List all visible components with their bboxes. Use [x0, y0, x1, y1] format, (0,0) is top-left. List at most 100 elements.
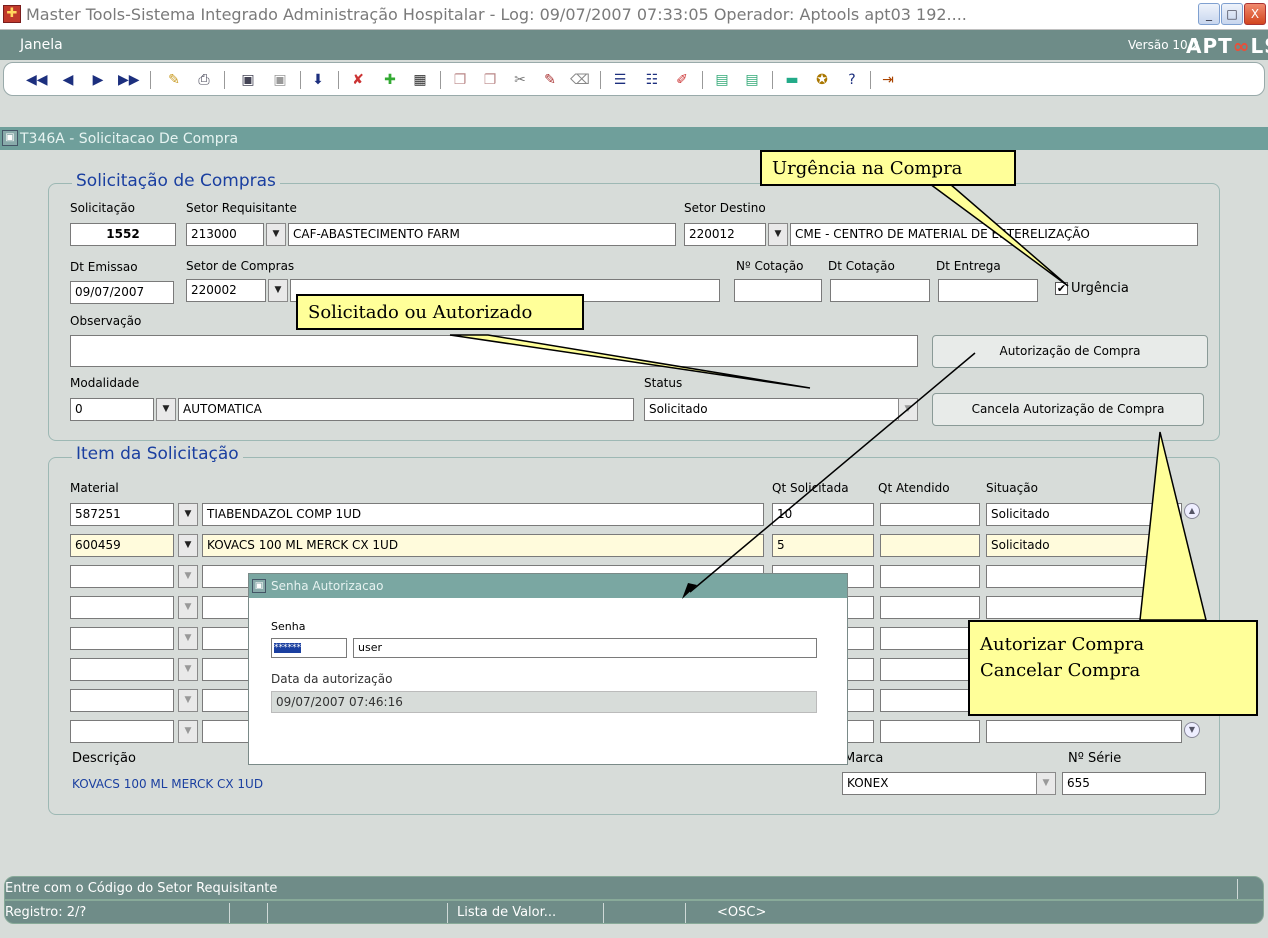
empty-row-material[interactable] [70, 658, 174, 681]
material-dropdown-icon[interactable]: ▼ [178, 658, 198, 681]
n-serie-label: Nº Série [1068, 751, 1122, 766]
form-title-bar: ▣ T346A - Solicitacao De Compra [0, 127, 1268, 150]
help-search-icon[interactable]: ✪ [812, 70, 832, 90]
setor-destino-name-field[interactable]: CME - CENTRO DE MATERIAL DE ESTERELIZAÇÃ… [790, 223, 1198, 246]
material-dropdown-icon[interactable]: ▼ [178, 503, 198, 526]
status-dropdown-icon[interactable]: ▼ [898, 398, 918, 421]
grid-icon[interactable]: ▦ [410, 70, 430, 90]
list-icon[interactable]: ☰ [610, 70, 630, 90]
empty-row-material[interactable] [70, 565, 174, 588]
n-serie-field[interactable]: 655 [1062, 772, 1206, 795]
setor-requisitante-name-field[interactable]: CAF-ABASTECIMENTO FARM [288, 223, 676, 246]
n-cotacao-field[interactable] [734, 279, 822, 302]
empty-row-qt-atendido[interactable] [880, 596, 980, 619]
prev-record-icon[interactable]: ◀ [58, 70, 78, 90]
empty-row-situacao[interactable] [986, 565, 1182, 588]
table-row-qt-atendido[interactable] [880, 503, 980, 526]
save-icon[interactable]: ⬇ [308, 70, 328, 90]
empty-row-qt-atendido[interactable] [880, 720, 980, 743]
senha-field[interactable]: ****** [271, 638, 347, 658]
insert-record-icon[interactable]: ✚ [380, 70, 400, 90]
paste-icon[interactable]: ❐ [480, 70, 500, 90]
print-icon[interactable]: ⎙ [194, 70, 214, 90]
help-icon[interactable]: ? [842, 70, 862, 90]
table-row-descricao[interactable]: KOVACS 100 ML MERCK CX 1UD [202, 534, 764, 557]
open-icon[interactable]: ✎ [164, 70, 184, 90]
empty-row-material[interactable] [70, 596, 174, 619]
table-row-descricao[interactable]: TIABENDAZOL COMP 1UD [202, 503, 764, 526]
modalidade-code-field[interactable]: 0 [70, 398, 154, 421]
empty-row-qt-atendido[interactable] [880, 689, 980, 712]
empty-row-material[interactable] [70, 627, 174, 650]
cut-icon[interactable]: ✂ [510, 70, 530, 90]
marca-field[interactable]: KONEX [842, 772, 1056, 795]
material-dropdown-icon[interactable]: ▼ [178, 534, 198, 557]
toolbar-separator [338, 71, 339, 89]
setor-destino-code-field[interactable]: 220012 [684, 223, 766, 246]
empty-row-qt-atendido[interactable] [880, 627, 980, 650]
observacao-field[interactable] [70, 335, 918, 367]
table-row-situacao[interactable]: Solicitado [986, 534, 1182, 557]
toolbar-separator [772, 71, 773, 89]
solicitacao-field[interactable]: 1552 [70, 223, 176, 246]
modalidade-dropdown-icon[interactable]: ▼ [156, 398, 176, 421]
material-dropdown-icon[interactable]: ▼ [178, 627, 198, 650]
table-row-material[interactable]: 600459 [70, 534, 174, 557]
empty-row-qt-atendido[interactable] [880, 565, 980, 588]
empty-row-material[interactable] [70, 689, 174, 712]
close-button[interactable]: X [1244, 3, 1266, 25]
empty-row-situacao[interactable] [986, 720, 1182, 743]
setor-requisitante-dropdown-icon[interactable]: ▼ [266, 223, 286, 246]
setor-compras-dropdown-icon[interactable]: ▼ [268, 279, 288, 302]
query-icon[interactable]: ▣ [238, 70, 258, 90]
material-dropdown-icon[interactable]: ▼ [178, 565, 198, 588]
marca-dropdown-icon[interactable]: ▼ [1036, 772, 1056, 795]
edit-icon[interactable]: ✎ [540, 70, 560, 90]
status-field[interactable]: Solicitado [644, 398, 918, 421]
maximize-button[interactable]: □ [1221, 3, 1243, 25]
urgencia-callout: Urgência na Compra [760, 150, 1016, 186]
setor-compras-code-field[interactable]: 220002 [186, 279, 266, 302]
setor-destino-dropdown-icon[interactable]: ▼ [768, 223, 788, 246]
material-dropdown-icon[interactable]: ▼ [178, 689, 198, 712]
form-icon: ▣ [2, 130, 18, 146]
observacao-label: Observação [70, 314, 142, 328]
table-row-qt-solicitada[interactable]: 10 [772, 503, 874, 526]
scroll-down-icon[interactable]: ▼ [1184, 722, 1200, 738]
material-dropdown-icon[interactable]: ▼ [178, 596, 198, 619]
table-row-situacao[interactable]: Solicitado [986, 503, 1182, 526]
empty-row-situacao[interactable] [986, 596, 1182, 619]
report-icon[interactable]: ☷ [642, 70, 662, 90]
tools-icon[interactable]: ✐ [672, 70, 692, 90]
query-exec-icon[interactable]: ▣ [270, 70, 290, 90]
exit-icon[interactable]: ⇥ [878, 70, 898, 90]
urgencia-checkbox[interactable]: ✔ [1055, 282, 1068, 295]
dt-cotacao-field[interactable] [830, 279, 930, 302]
empty-row-material[interactable] [70, 720, 174, 743]
first-record-icon[interactable]: ◀◀ [26, 70, 48, 90]
dt-entrega-field[interactable] [938, 279, 1038, 302]
dt-emissao-field[interactable]: 09/07/2007 [70, 281, 174, 304]
empty-row-qt-atendido[interactable] [880, 658, 980, 681]
minimize-button[interactable]: _ [1198, 3, 1220, 25]
user-field[interactable]: user [353, 638, 817, 658]
delete-record-icon[interactable]: ✘ [348, 70, 368, 90]
table-row-qt-solicitada[interactable]: 5 [772, 534, 874, 557]
calculator-icon[interactable]: ▤ [712, 70, 732, 90]
last-record-icon[interactable]: ▶▶ [118, 70, 140, 90]
calculator2-icon[interactable]: ▤ [742, 70, 762, 90]
scroll-up-icon[interactable]: ▲ [1184, 503, 1200, 519]
cancela-autorizacao-button[interactable]: Cancela Autorização de Compra [932, 393, 1204, 426]
table-row-material[interactable]: 587251 [70, 503, 174, 526]
table-row-qt-atendido[interactable] [880, 534, 980, 557]
modalidade-name-field[interactable]: AUTOMATICA [178, 398, 634, 421]
material-dropdown-icon[interactable]: ▼ [178, 720, 198, 743]
menu-janela[interactable]: Janela [20, 37, 63, 53]
next-record-icon[interactable]: ▶ [88, 70, 108, 90]
autorizacao-compra-button[interactable]: Autorização de Compra [932, 335, 1208, 368]
message-icon[interactable]: ▬ [782, 70, 802, 90]
setor-requisitante-code-field[interactable]: 213000 [186, 223, 264, 246]
clear-icon[interactable]: ⌫ [570, 70, 590, 90]
copy-icon[interactable]: ❐ [450, 70, 470, 90]
cancelar-callout-line: Cancelar Compra [980, 660, 1141, 681]
